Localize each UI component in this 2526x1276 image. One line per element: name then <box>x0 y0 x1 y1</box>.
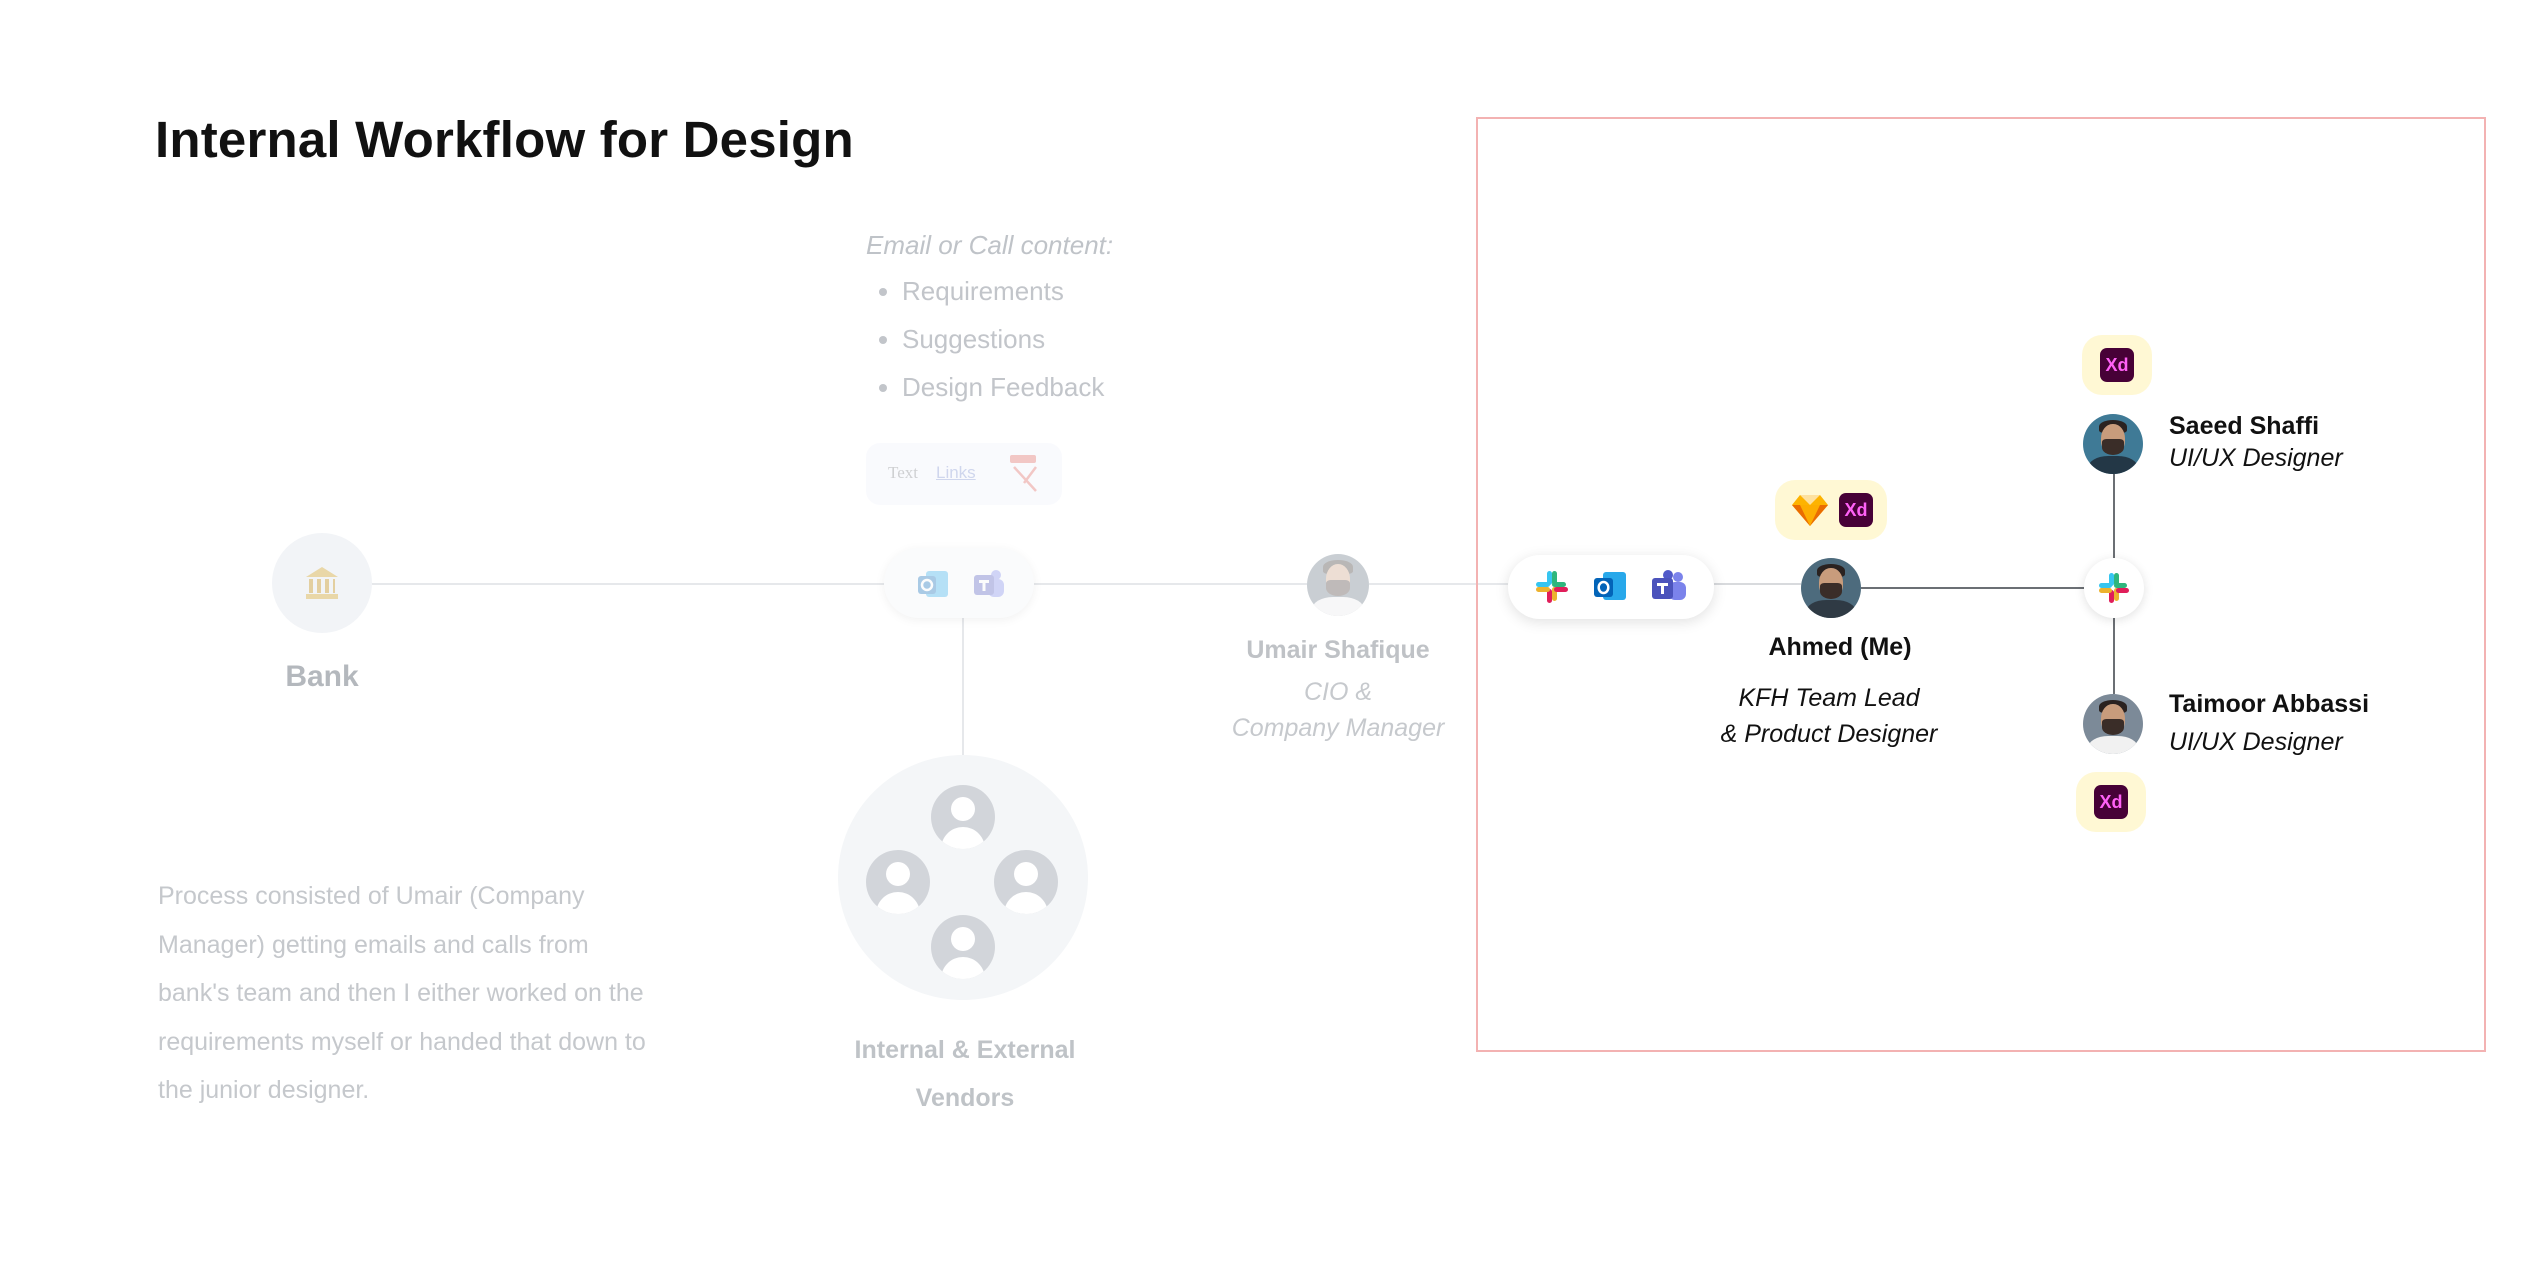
ahmed-avatar <box>1801 558 1861 618</box>
taimoor-avatar <box>2083 694 2143 754</box>
page-title: Internal Workflow for Design <box>155 111 854 168</box>
saeed-avatar <box>2083 414 2143 474</box>
outlook-icon <box>918 571 948 597</box>
teams-icon <box>1652 570 1686 600</box>
adobe-xd-icon: Xd <box>2094 785 2128 819</box>
slack-icon <box>2099 573 2129 603</box>
bank-node <box>272 533 372 633</box>
ahmed-role-line: & Product Designer <box>1720 720 1938 748</box>
ahmed-name: Ahmed (Me) <box>1768 633 1912 661</box>
taimoor-name: Taimoor Abbassi <box>2169 690 2370 718</box>
umair-role-line: Company Manager <box>1231 714 1445 742</box>
vendors-node <box>838 755 1088 1000</box>
list-item: Design Feedback <box>902 368 1104 416</box>
taimoor-role: UI/UX Designer <box>2169 728 2343 756</box>
vendor-avatar-icon <box>931 915 995 979</box>
ahmed-role: KFH Team Lead & Product Designer <box>1686 680 1972 752</box>
taimoor-tools-badge: Xd <box>2076 772 2146 832</box>
saeed-name: Saeed Shaffi <box>2169 412 2320 440</box>
list-item: Requirements <box>902 272 1104 320</box>
saeed-role: UI/UX Designer <box>2169 444 2343 472</box>
vendors-label-line: Vendors <box>915 1084 1015 1112</box>
sketch-icon <box>1792 495 1828 526</box>
vendor-avatar-icon <box>931 785 995 849</box>
email-content-list: Requirements Suggestions Design Feedback <box>866 272 1104 416</box>
email-tools-pill <box>884 548 1034 618</box>
slack-hub <box>2084 558 2144 618</box>
umair-name: Umair Shafique <box>1246 636 1430 664</box>
attachment-links-label: Links <box>936 463 976 482</box>
email-content-heading: Email or Call content: <box>866 230 1114 260</box>
bank-label: Bank <box>285 660 359 693</box>
ahmed-tools-badge: Xd <box>1775 480 1887 540</box>
outlook-icon <box>1594 572 1626 600</box>
bank-icon <box>306 567 338 599</box>
slack-icon <box>1536 571 1568 603</box>
umair-role-line: CIO & <box>1303 678 1373 706</box>
process-description: Process consisted of Umair (Company Mana… <box>158 882 646 1104</box>
list-item: Suggestions <box>902 320 1104 368</box>
attachment-chip: Text Links <box>866 443 1062 505</box>
attachment-text-label: Text <box>888 463 918 482</box>
adobe-xd-icon: Xd <box>1839 493 1873 527</box>
saeed-tools-badge: Xd <box>2082 335 2152 395</box>
vendors-label-line: Internal & External <box>854 1036 1076 1064</box>
vendors-label: Internal & External Vendors <box>820 1026 1110 1122</box>
umair-role: CIO & Company Manager <box>1196 674 1480 746</box>
vendor-avatar-icon <box>866 850 930 914</box>
ahmed-role-line: KFH Team Lead <box>1738 684 1920 712</box>
communication-tools-pill <box>1508 555 1714 619</box>
adobe-xd-icon: Xd <box>2100 348 2134 382</box>
umair-avatar <box>1307 554 1369 616</box>
pdf-icon <box>1010 455 1037 492</box>
vendor-avatar-icon <box>994 850 1058 914</box>
teams-icon <box>974 570 1004 597</box>
